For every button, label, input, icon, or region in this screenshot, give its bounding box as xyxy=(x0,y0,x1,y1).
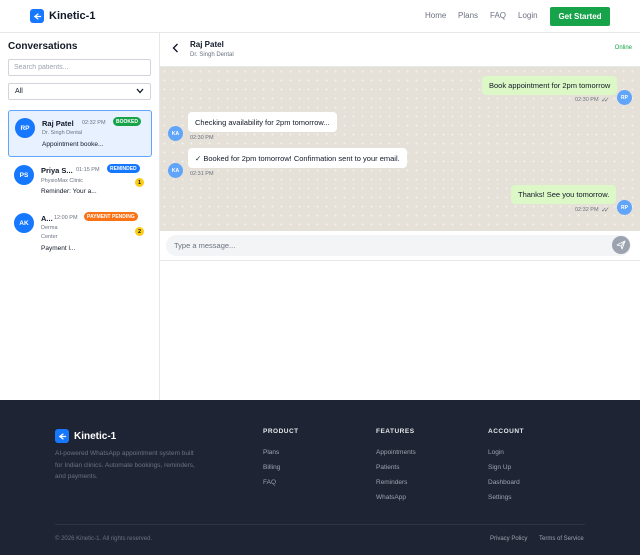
footer-heading-product: PRODUCT xyxy=(263,428,299,435)
conversation-clinic-line2: Center xyxy=(41,234,58,240)
message-bubble-incoming: ✓ Booked for 2pm tomorrow! Confirmation … xyxy=(188,148,407,168)
login-arrow-icon xyxy=(55,429,69,443)
conversation-name: Priya S... xyxy=(41,166,73,175)
privacy-policy-link[interactable]: Privacy Policy xyxy=(490,536,527,542)
footer-brand-name: Kinetic-1 xyxy=(74,430,117,442)
footer-description: AI-powered WhatsApp appointment system b… xyxy=(55,450,195,480)
message-time: 02:31 PM xyxy=(190,171,214,177)
footer-heading-features: FEATURES xyxy=(376,428,415,435)
avatar: RP xyxy=(617,90,632,105)
chevron-down-icon xyxy=(136,87,144,96)
chevron-left-icon[interactable] xyxy=(172,43,179,56)
unread-count-badge: 1 xyxy=(135,178,144,187)
copyright-text: © 2026 Kinetic-1. All rights reserved. xyxy=(55,536,153,542)
footer-link-dashboard[interactable]: Dashboard xyxy=(488,479,520,486)
search-patients-input[interactable] xyxy=(8,59,151,76)
message-bubble-incoming: Checking availability for 2pm tomorrow..… xyxy=(188,112,337,132)
nav-link-plans[interactable]: Plans xyxy=(458,11,478,20)
nav-link-home[interactable]: Home xyxy=(425,11,446,20)
message-compose-bar xyxy=(160,231,640,261)
avatar: PS xyxy=(14,165,34,185)
message-bubble-outgoing: Book appointment for 2pm tomorrow xyxy=(482,76,618,95)
message-time: 02:30 PM xyxy=(190,135,214,141)
conversation-item-priya[interactable]: PS Priya S... 01:15 PM REMINDED PhysioMa… xyxy=(8,158,152,203)
conversation-clinic: Dr. Singh Dental xyxy=(42,130,83,136)
avatar: RP xyxy=(617,200,632,215)
send-icon[interactable] xyxy=(612,236,630,254)
brand-name: Kinetic-1 xyxy=(49,10,96,22)
conversation-name: Raj Patel xyxy=(42,119,74,128)
avatar: KA xyxy=(168,163,183,178)
conversation-time: 02:32 PM xyxy=(82,120,106,126)
conversation-clinic-line1: Derma xyxy=(41,225,58,231)
chat-contact-name: Raj Patel xyxy=(190,40,224,49)
footer-link-faq[interactable]: FAQ xyxy=(263,479,276,486)
terms-of-service-link[interactable]: Terms of Service xyxy=(539,536,584,542)
message-input[interactable] xyxy=(166,235,631,256)
footer-link-settings[interactable]: Settings xyxy=(488,494,512,501)
site-footer: Kinetic-1 AI-powered WhatsApp appointmen… xyxy=(0,400,640,555)
conversation-time: 01:15 PM xyxy=(76,167,100,173)
nav-link-faq[interactable]: FAQ xyxy=(490,11,506,20)
double-check-icon: ✓✓ xyxy=(601,207,610,214)
chat-header: Raj Patel Dr. Singh Dental Online xyxy=(160,33,640,67)
message-bubble-outgoing: Thanks! See you tomorrow. xyxy=(511,185,617,204)
chat-contact-clinic: Dr. Singh Dental xyxy=(190,52,234,58)
conversation-preview: Payment l... xyxy=(41,245,76,252)
status-badge-reminded: REMINDED xyxy=(107,164,140,173)
conversation-preview: Appointment booke... xyxy=(42,141,104,148)
avatar: RP xyxy=(15,118,35,138)
conversation-time: 12:00 PM xyxy=(54,215,78,221)
get-started-button[interactable]: Get Started xyxy=(550,7,610,26)
footer-link-login[interactable]: Login xyxy=(488,449,504,456)
online-status: Online xyxy=(614,45,632,51)
filter-selected-value: All xyxy=(15,88,23,95)
conversations-sidebar: Conversations All RP Raj Patel 02:32 PM … xyxy=(0,33,160,400)
footer-link-plans[interactable]: Plans xyxy=(263,449,279,456)
footer-link-billing[interactable]: Billing xyxy=(263,464,280,471)
top-navbar: Kinetic-1 Home Plans FAQ Login Get Start… xyxy=(0,0,640,33)
footer-brand[interactable]: Kinetic-1 xyxy=(55,429,116,443)
footer-link-reminders[interactable]: Reminders xyxy=(376,479,407,486)
chat-messages-area[interactable]: Book appointment for 2pm tomorrow 02:30 … xyxy=(160,67,640,231)
double-check-icon: ✓✓ xyxy=(601,97,610,104)
footer-heading-account: ACCOUNT xyxy=(488,428,524,435)
brand-logo-link[interactable]: Kinetic-1 xyxy=(30,9,95,23)
footer-divider xyxy=(55,524,585,525)
footer-link-whatsapp[interactable]: WhatsApp xyxy=(376,494,406,501)
avatar: KA xyxy=(168,126,183,141)
message-time: 02:32 PM xyxy=(575,207,599,213)
conversation-item-ak[interactable]: AK A... 12:00 PM PAYMENT PENDING Derma C… xyxy=(8,205,152,257)
sidebar-title: Conversations xyxy=(8,41,78,52)
status-badge-payment-pending: PAYMENT PENDING xyxy=(84,212,138,221)
footer-link-signup[interactable]: Sign Up xyxy=(488,464,511,471)
nav-link-login[interactable]: Login xyxy=(518,11,538,20)
conversation-item-raj-patel[interactable]: RP Raj Patel 02:32 PM BOOKED Dr. Singh D… xyxy=(8,110,152,157)
conversation-preview: Reminder: Your a... xyxy=(41,188,97,195)
status-filter-select[interactable]: All xyxy=(8,83,151,100)
footer-link-appointments[interactable]: Appointments xyxy=(376,449,416,456)
conversation-clinic: PhysioMax Clinic xyxy=(41,178,83,184)
message-time: 02:30 PM xyxy=(575,97,599,103)
footer-link-patients[interactable]: Patients xyxy=(376,464,400,471)
unread-count-badge: 2 xyxy=(135,227,144,236)
status-badge-booked: BOOKED xyxy=(113,117,141,126)
login-arrow-icon xyxy=(30,9,44,23)
avatar: AK xyxy=(14,213,34,233)
